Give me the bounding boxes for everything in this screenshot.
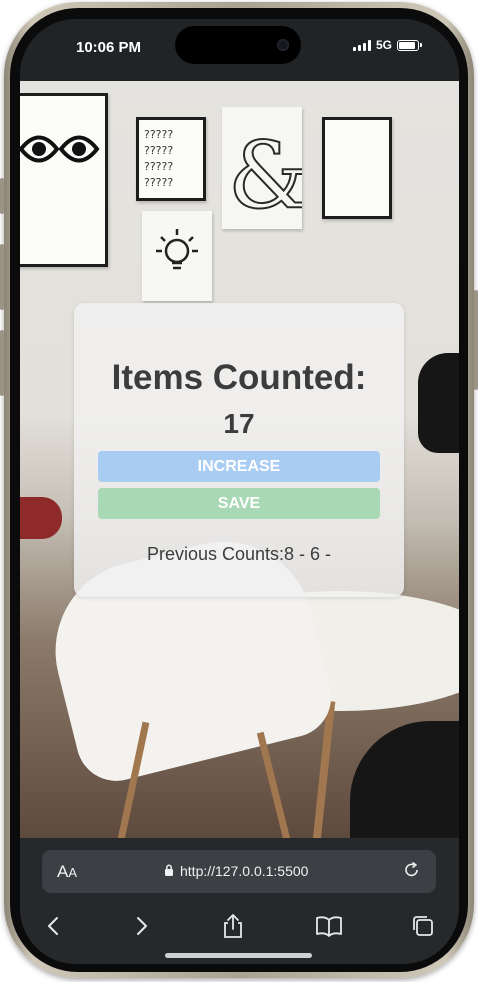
count-value: 17 <box>223 408 255 439</box>
signal-icon <box>352 39 371 51</box>
back-icon[interactable] <box>33 905 75 947</box>
home-indicator[interactable] <box>165 953 312 958</box>
svg-text:?????: ????? <box>144 144 173 157</box>
forward-icon[interactable] <box>120 905 162 947</box>
url-text: http://127.0.0.1:5500 <box>180 863 309 879</box>
previous-counts: Previous Counts:8 - 6 - <box>146 544 332 564</box>
status-time: 10:06 PM <box>76 39 142 56</box>
volume-down-button <box>0 330 4 396</box>
battery-icon <box>397 39 422 51</box>
power-button <box>474 290 478 390</box>
bookmarks-icon[interactable] <box>308 905 350 947</box>
question-marks-poster: ????? ????? ????? ????? <box>136 117 206 201</box>
save-button[interactable]: SAVE <box>98 488 380 519</box>
volume-up-button <box>0 244 4 310</box>
svg-text:?????: ????? <box>144 128 173 141</box>
grid-poster <box>322 117 392 219</box>
svg-text:&: & <box>228 122 302 229</box>
counter-card: Items Counted: 17 INCREASE SAVE Previous… <box>74 303 404 597</box>
lock-icon <box>164 863 174 879</box>
text-size-large: A <box>57 862 69 881</box>
browser-toolbar: AA http://127.0.0.1:5500 <box>20 838 459 964</box>
svg-text:?????: ????? <box>144 176 173 189</box>
text-size-small: A <box>68 865 78 880</box>
black-chair-photo <box>418 353 459 453</box>
status-bar: 10:06 PM 5G <box>20 19 459 81</box>
reload-icon[interactable] <box>402 860 422 885</box>
share-icon[interactable] <box>212 905 254 947</box>
svg-text:?????: ????? <box>144 160 173 173</box>
phone-screen: 10:06 PM 5G ????? ????? ????? ????? & It… <box>20 19 459 964</box>
tabs-icon[interactable] <box>402 905 444 947</box>
network-type: 5G <box>375 38 392 52</box>
eyes-poster <box>20 93 108 267</box>
action-button <box>0 178 4 214</box>
status-indicators: 5G <box>352 38 422 52</box>
address-bar[interactable]: AA http://127.0.0.1:5500 <box>42 850 436 893</box>
url-display[interactable]: http://127.0.0.1:5500 <box>164 863 308 879</box>
count-title: Items Counted: <box>111 358 367 397</box>
black-chair-photo <box>350 721 459 838</box>
ampersand-poster: & <box>222 107 311 230</box>
lightbulb-poster <box>142 211 212 301</box>
increase-button[interactable]: INCREASE <box>98 451 380 482</box>
front-camera <box>277 39 289 51</box>
red-chair-photo <box>20 497 62 539</box>
chair-leg <box>256 731 291 838</box>
web-content: ????? ????? ????? ????? & Items Counted:… <box>20 81 459 838</box>
text-size-button[interactable]: AA <box>57 862 77 882</box>
